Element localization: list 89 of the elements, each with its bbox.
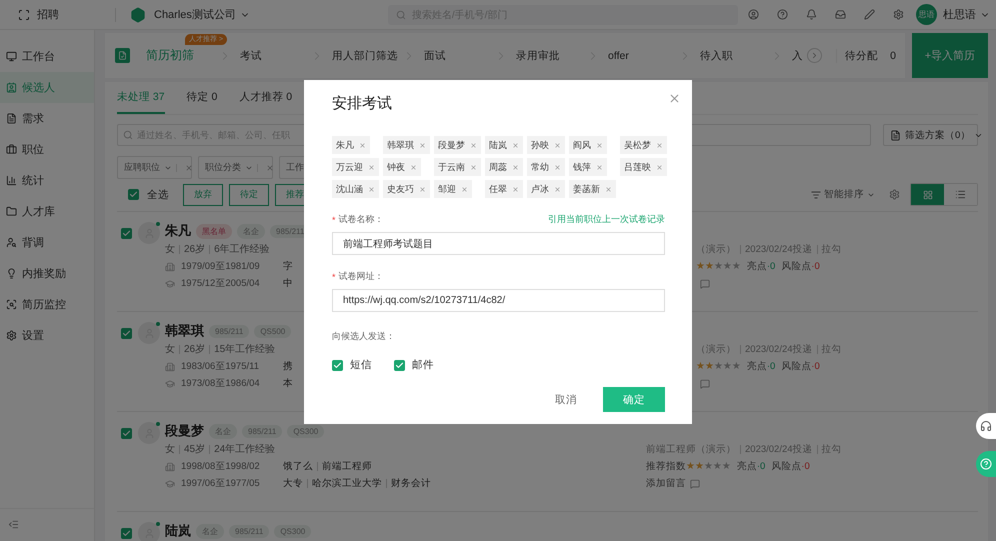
work-period: 1979/09至1981/09 bbox=[181, 260, 261, 273]
education-detail: 中 bbox=[283, 277, 293, 290]
applied-date: 2023/02/24投递 bbox=[745, 243, 813, 256]
candidate-chip: 段曼梦 bbox=[434, 136, 481, 154]
star-icon: ★ bbox=[722, 461, 731, 472]
candidate-chip: 姜菡新 bbox=[569, 180, 616, 198]
filter-label: 应聘职位 bbox=[124, 161, 160, 174]
applied-date: 2023/02/24投递 bbox=[745, 343, 813, 356]
star-icon: ★ bbox=[732, 261, 741, 272]
candidate-chip: 于云南 bbox=[434, 158, 481, 176]
education-period: 1973/08至1986/04 bbox=[181, 377, 261, 390]
candidate-chip: 万云迎 bbox=[332, 158, 379, 176]
candidate-chip: 孙映 bbox=[527, 136, 565, 154]
star-icon: ★ bbox=[722, 261, 732, 272]
education-period: 1975/12至2005/04 bbox=[181, 277, 261, 290]
star-icon: ★ bbox=[714, 361, 723, 372]
rating-label: 推荐指数 bbox=[646, 460, 686, 473]
highlights-count: ·0 bbox=[756, 461, 766, 472]
candidate-chip: 钱萍 bbox=[569, 158, 607, 176]
send-label: 向候选人发送： bbox=[332, 330, 396, 343]
applied-job: （演示） bbox=[696, 343, 736, 356]
app-name: 招聘 bbox=[37, 8, 59, 22]
candidate-chip: 韩翠琪 bbox=[383, 136, 430, 154]
candidate-chip: 史友巧 bbox=[383, 180, 430, 198]
applied-job: （演示） bbox=[696, 243, 736, 256]
risks-count: ·0 bbox=[811, 361, 820, 372]
risks-count: ·0 bbox=[801, 461, 810, 472]
highlights-label: 亮点 bbox=[746, 260, 767, 273]
filter-scheme-label: 筛选方案（0） bbox=[905, 128, 970, 142]
star-icon: ★ bbox=[714, 261, 723, 272]
highlights-label: 亮点 bbox=[736, 460, 757, 473]
applied-source: 拉勾 bbox=[822, 243, 842, 256]
risks-label: 风险点 bbox=[781, 260, 812, 273]
unassigned-count: 0 bbox=[890, 50, 896, 62]
unassigned-label: 待分配 bbox=[845, 48, 878, 62]
highlights-label: 亮点 bbox=[746, 360, 767, 373]
filter-label: 职位分类 bbox=[205, 161, 241, 174]
star-icon: ★ bbox=[704, 361, 714, 372]
star-icon: ★ bbox=[704, 261, 714, 272]
work-detail: 携 bbox=[283, 360, 293, 373]
candidate-chip: 陆岚 bbox=[485, 136, 523, 154]
highlights-count: ·0 bbox=[766, 261, 776, 272]
education-detail: 大专 哈尔滨工业大学 财务会计 bbox=[283, 477, 431, 490]
applied-source: 拉勾 bbox=[822, 443, 842, 456]
candidate-chip: 钟夜 bbox=[383, 158, 421, 176]
candidate-chip: 邹迎 bbox=[434, 180, 472, 198]
candidate-chip: 阎风 bbox=[569, 136, 607, 154]
candidate-chip: 朱凡 bbox=[332, 136, 370, 154]
work-detail: 字 bbox=[283, 260, 293, 273]
star-icon: ★ bbox=[722, 361, 732, 372]
candidate-chip: 任翠 bbox=[485, 180, 523, 198]
candidate-profile: 女 45岁 24年工作经验 bbox=[165, 442, 276, 457]
applied-job: 前端工程师（演示） bbox=[646, 443, 736, 456]
user-avatar: 思语 bbox=[916, 4, 937, 25]
candidate-chip: 吴松梦 bbox=[620, 136, 667, 154]
star-icon: ★ bbox=[712, 461, 722, 472]
required-mark: * bbox=[332, 272, 336, 282]
applied-source: 拉勾 bbox=[822, 343, 842, 356]
star-icon: ★ bbox=[732, 361, 741, 372]
send-option-label: 短信 bbox=[350, 358, 372, 372]
work-period: 1983/06至1975/11 bbox=[181, 360, 260, 373]
star-icon: ★ bbox=[686, 461, 695, 472]
star-icon: ★ bbox=[694, 461, 704, 472]
applied-date: 2023/02/24投递 bbox=[745, 443, 813, 456]
required-mark: * bbox=[332, 214, 336, 224]
send-option-label: 邮件 bbox=[412, 358, 434, 372]
filter-label: 工作 bbox=[286, 161, 304, 174]
star-icon: ★ bbox=[696, 361, 705, 372]
field-label: 试卷名称： bbox=[338, 213, 384, 226]
star-icon: ★ bbox=[696, 261, 705, 272]
risks-count: ·0 bbox=[811, 261, 820, 272]
work-period: 1998/08至1998/02 bbox=[181, 460, 261, 473]
risks-label: 风险点 bbox=[771, 460, 802, 473]
highlights-count: ·0 bbox=[766, 361, 776, 372]
star-icon: ★ bbox=[704, 461, 713, 472]
sort-label: 智能排序 bbox=[824, 188, 864, 201]
candidate-chip: 卢冰 bbox=[527, 180, 565, 198]
work-detail: 饿了么 前端工程师 bbox=[283, 460, 372, 473]
candidate-chip: 常幼 bbox=[527, 158, 565, 176]
candidate-tag: 黑名单 bbox=[196, 224, 232, 238]
field-label: 试卷网址： bbox=[338, 270, 384, 283]
candidate-chip: 周蕊 bbox=[485, 158, 523, 176]
risks-label: 风险点 bbox=[781, 360, 812, 373]
education-period: 1997/06至1977/05 bbox=[181, 477, 261, 490]
dialog-title: 安排考试 bbox=[332, 94, 393, 114]
select-all-label: 全选 bbox=[147, 188, 169, 202]
candidate-chip: 沈山涵 bbox=[332, 180, 379, 198]
candidate-chip: 吕莲映 bbox=[620, 158, 667, 176]
education-detail: 本 bbox=[283, 377, 293, 390]
